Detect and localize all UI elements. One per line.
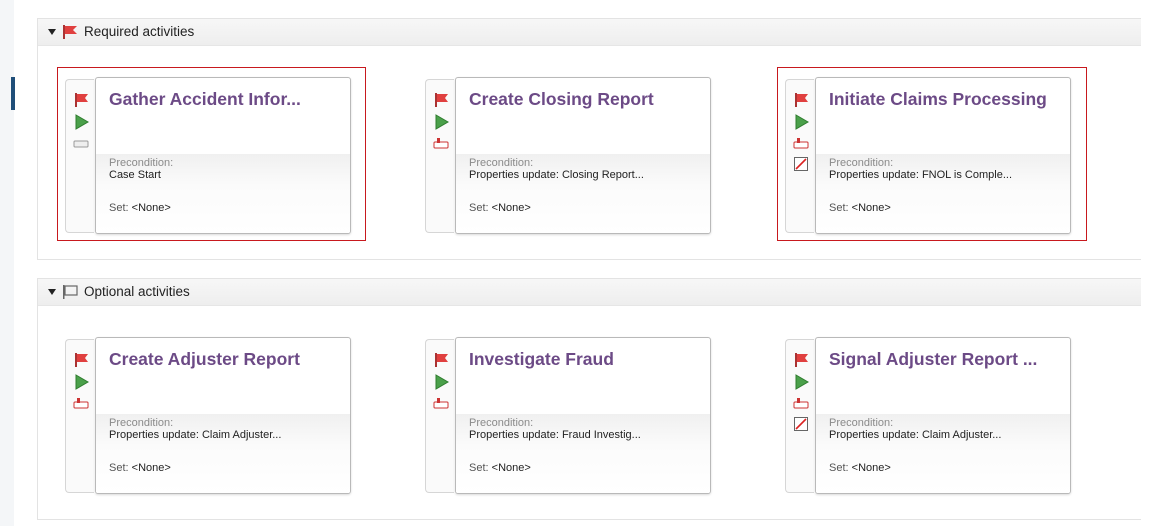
set-label: Set: bbox=[109, 202, 129, 214]
collapse-caret-icon[interactable] bbox=[48, 289, 56, 295]
card-action-strip bbox=[425, 79, 454, 233]
flag-icon[interactable] bbox=[73, 92, 89, 108]
section-title: Optional activities bbox=[84, 284, 190, 299]
set-line: Set: <None> bbox=[109, 202, 171, 214]
precondition-value: Properties update: Fraud Investig... bbox=[469, 429, 641, 441]
empty-flag-icon bbox=[63, 285, 78, 299]
red-flag-icon bbox=[63, 25, 77, 39]
card-details: Precondition: Properties update: Claim A… bbox=[816, 414, 1070, 493]
activity-card-body[interactable]: Create Closing Report Precondition: Prop… bbox=[455, 77, 711, 234]
activity-title[interactable]: Initiate Claims Processing bbox=[829, 89, 1047, 110]
set-value: <None> bbox=[851, 202, 891, 214]
precondition-value: Case Start bbox=[109, 169, 161, 181]
activity-card-body[interactable]: Initiate Claims Processing Precondition:… bbox=[815, 77, 1071, 234]
card-details: Precondition: Case Start Set: <None> bbox=[96, 154, 350, 233]
card-action-strip bbox=[425, 339, 454, 493]
section-title: Required activities bbox=[84, 24, 195, 39]
precondition-label: Precondition: bbox=[469, 417, 534, 429]
card-action-strip bbox=[785, 79, 814, 233]
play-icon[interactable] bbox=[73, 114, 89, 130]
precondition-value: Properties update: FNOL is Comple... bbox=[829, 169, 1013, 181]
activity-card-body[interactable]: Gather Accident Infor... Precondition: C… bbox=[95, 77, 351, 234]
set-label: Set: bbox=[829, 202, 849, 214]
card-action-strip bbox=[65, 79, 94, 233]
rail-active-marker bbox=[11, 77, 15, 110]
activity-title[interactable]: Create Closing Report bbox=[469, 89, 654, 110]
card-details: Precondition: Properties update: Closing… bbox=[456, 154, 710, 233]
set-label: Set: bbox=[109, 462, 129, 474]
flag-icon[interactable] bbox=[793, 92, 809, 108]
set-label: Set: bbox=[829, 462, 849, 474]
play-icon[interactable] bbox=[433, 114, 449, 130]
disabled-icon[interactable] bbox=[793, 416, 809, 432]
precondition-label: Precondition: bbox=[829, 157, 894, 169]
play-icon[interactable] bbox=[793, 114, 809, 130]
optional-activities-header[interactable]: Optional activities bbox=[38, 279, 1141, 306]
activity-card-body[interactable]: Investigate Fraud Precondition: Properti… bbox=[455, 337, 711, 494]
disabled-icon[interactable] bbox=[793, 156, 809, 172]
properties-tag-icon[interactable] bbox=[793, 136, 809, 152]
precondition-label: Precondition: bbox=[469, 157, 534, 169]
collapse-caret-icon[interactable] bbox=[48, 29, 56, 35]
card-action-strip bbox=[65, 339, 94, 493]
flag-icon[interactable] bbox=[73, 352, 89, 368]
properties-tag-icon[interactable] bbox=[433, 396, 449, 412]
precondition-label: Precondition: bbox=[109, 417, 174, 429]
set-value: <None> bbox=[491, 202, 531, 214]
set-value: <None> bbox=[131, 462, 171, 474]
precondition-value: Properties update: Claim Adjuster... bbox=[109, 429, 282, 441]
properties-tag-icon[interactable] bbox=[433, 136, 449, 152]
set-value: <None> bbox=[851, 462, 891, 474]
properties-tag-icon[interactable] bbox=[793, 396, 809, 412]
precondition-value: Properties update: Closing Report... bbox=[469, 169, 644, 181]
set-label: Set: bbox=[469, 462, 489, 474]
card-details: Precondition: Properties update: Fraud I… bbox=[456, 414, 710, 493]
gray-tag-icon[interactable] bbox=[73, 136, 89, 152]
flag-icon[interactable] bbox=[433, 352, 449, 368]
set-line: Set: <None> bbox=[469, 462, 531, 474]
set-line: Set: <None> bbox=[469, 202, 531, 214]
card-details: Precondition: Properties update: Claim A… bbox=[96, 414, 350, 493]
set-value: <None> bbox=[491, 462, 531, 474]
flag-icon[interactable] bbox=[433, 92, 449, 108]
activity-title[interactable]: Investigate Fraud bbox=[469, 349, 614, 370]
required-activities-header[interactable]: Required activities bbox=[38, 19, 1141, 46]
precondition-value: Properties update: Claim Adjuster... bbox=[829, 429, 1002, 441]
play-icon[interactable] bbox=[433, 374, 449, 390]
set-line: Set: <None> bbox=[109, 462, 171, 474]
activity-title[interactable]: Gather Accident Infor... bbox=[109, 89, 301, 110]
properties-tag-icon[interactable] bbox=[73, 396, 89, 412]
set-line: Set: <None> bbox=[829, 462, 891, 474]
activity-card-body[interactable]: Signal Adjuster Report ... Precondition:… bbox=[815, 337, 1071, 494]
card-action-strip bbox=[785, 339, 814, 493]
precondition-label: Precondition: bbox=[829, 417, 894, 429]
flag-icon[interactable] bbox=[793, 352, 809, 368]
play-icon[interactable] bbox=[793, 374, 809, 390]
play-icon[interactable] bbox=[73, 374, 89, 390]
activity-title[interactable]: Create Adjuster Report bbox=[109, 349, 300, 370]
card-details: Precondition: Properties update: FNOL is… bbox=[816, 154, 1070, 233]
set-line: Set: <None> bbox=[829, 202, 891, 214]
precondition-label: Precondition: bbox=[109, 157, 174, 169]
activity-card-body[interactable]: Create Adjuster Report Precondition: Pro… bbox=[95, 337, 351, 494]
set-value: <None> bbox=[131, 202, 171, 214]
activity-title[interactable]: Signal Adjuster Report ... bbox=[829, 349, 1037, 370]
set-label: Set: bbox=[469, 202, 489, 214]
